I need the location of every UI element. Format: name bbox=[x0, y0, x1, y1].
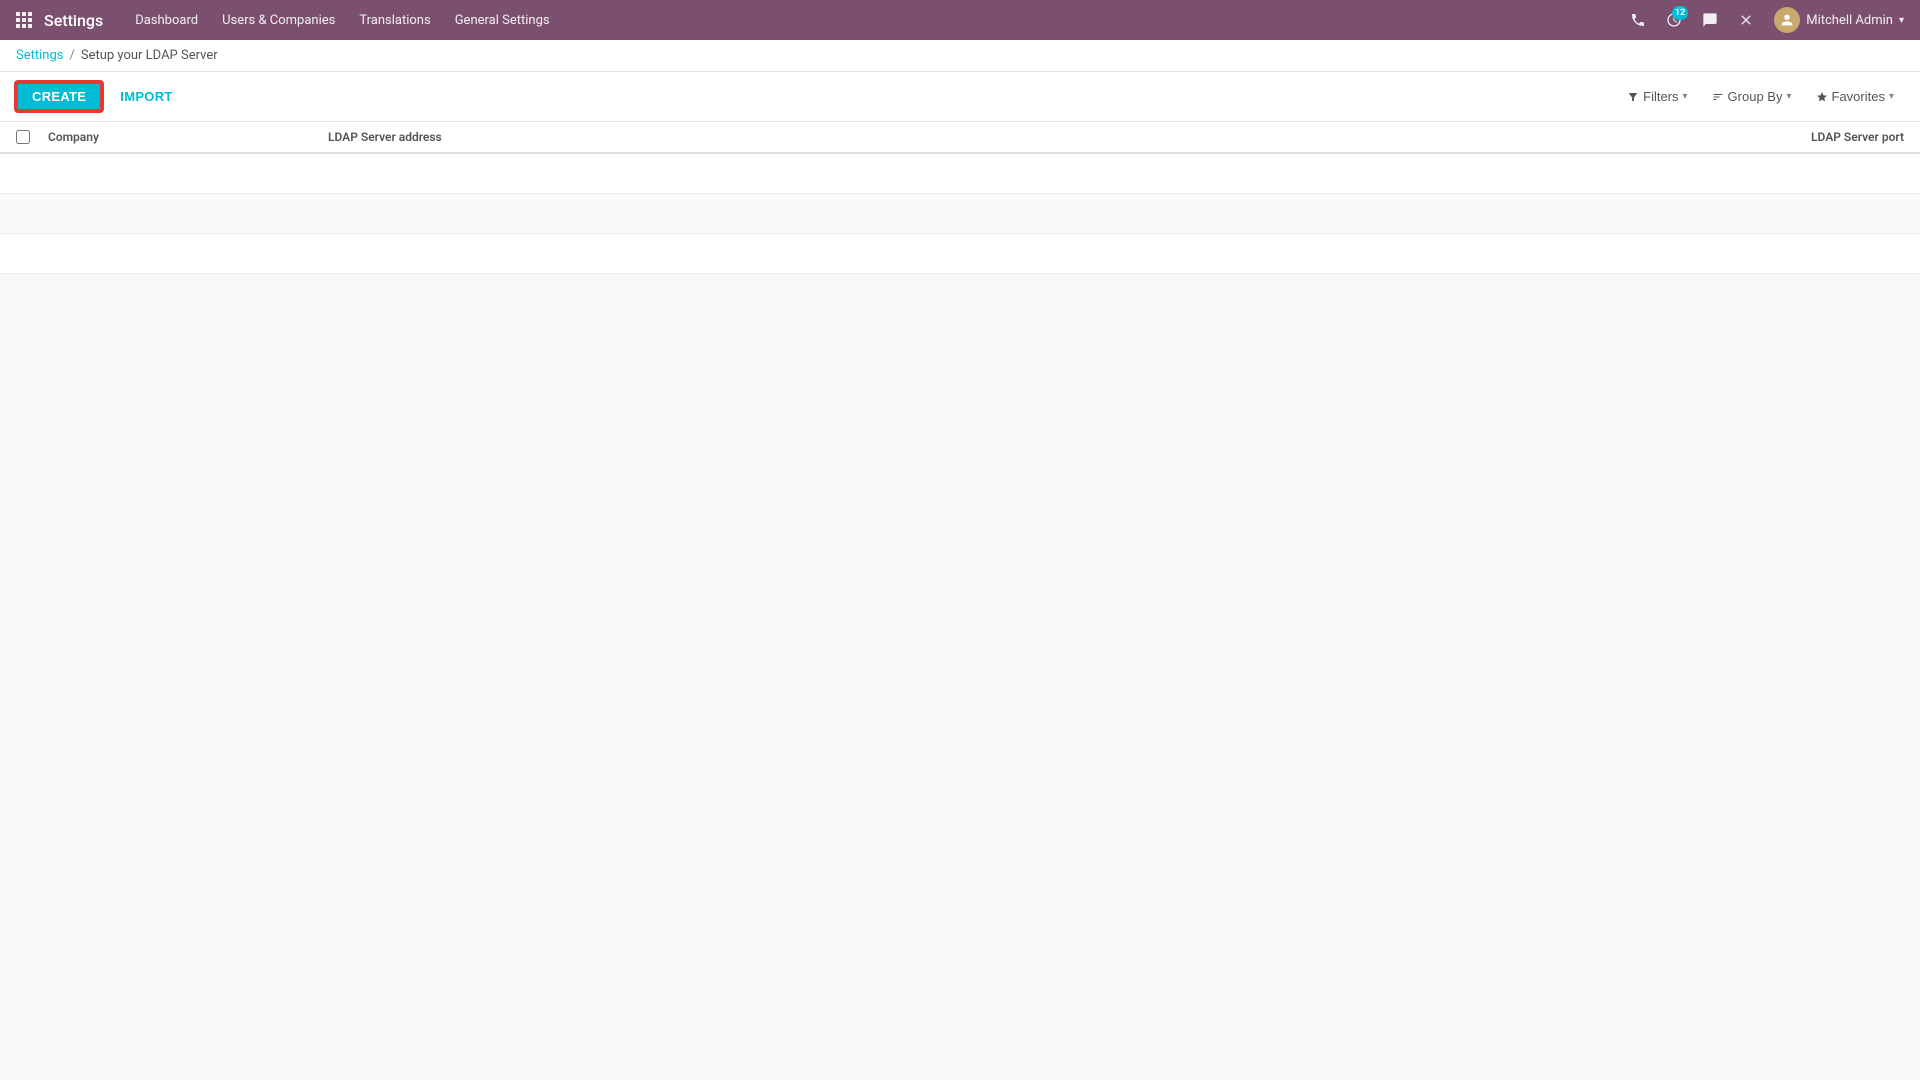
empty-row-3 bbox=[0, 234, 1920, 274]
breadcrumb: Settings / Setup your LDAP Server bbox=[0, 40, 1920, 72]
navbar-right-icons: 12 Mitchell Admin ▾ bbox=[1622, 0, 1912, 40]
close-icon-btn[interactable] bbox=[1730, 4, 1762, 36]
company-col-header: Company bbox=[48, 130, 328, 144]
filters-caret: ▾ bbox=[1683, 91, 1688, 102]
breadcrumb-current: Setup your LDAP Server bbox=[81, 48, 218, 63]
nav-dashboard[interactable]: Dashboard bbox=[123, 0, 210, 40]
table-area: Company LDAP Server address LDAP Server … bbox=[0, 122, 1920, 274]
favorites-button[interactable]: Favorites ▾ bbox=[1806, 85, 1905, 108]
avatar bbox=[1774, 7, 1800, 33]
empty-row-1 bbox=[0, 154, 1920, 194]
nav-general-settings[interactable]: General Settings bbox=[443, 0, 562, 40]
top-section: Settings / Setup your LDAP Server CREATE bbox=[0, 40, 1920, 122]
user-name: Mitchell Admin bbox=[1806, 13, 1893, 28]
filters-button[interactable]: Filters ▾ bbox=[1617, 85, 1697, 108]
group-by-button[interactable]: Group By ▾ bbox=[1702, 85, 1802, 108]
filter-buttons: Filters ▾ Group By ▾ Favorites ▾ bbox=[1617, 85, 1904, 108]
breadcrumb-separator: / bbox=[69, 48, 74, 63]
user-menu[interactable]: Mitchell Admin ▾ bbox=[1766, 0, 1912, 40]
select-all-col bbox=[16, 130, 48, 144]
create-button[interactable]: CREATE bbox=[16, 82, 102, 111]
phone-icon-btn[interactable] bbox=[1622, 4, 1654, 36]
favorites-label: Favorites bbox=[1832, 89, 1885, 104]
user-dropdown-icon: ▾ bbox=[1899, 15, 1904, 26]
navbar: Settings Dashboard Users & Companies Tra… bbox=[0, 0, 1920, 40]
empty-row-2 bbox=[0, 194, 1920, 234]
nav-translations[interactable]: Translations bbox=[347, 0, 442, 40]
clock-badge: 12 bbox=[1672, 6, 1688, 20]
group-by-caret: ▾ bbox=[1786, 91, 1791, 102]
ldap-port-col-header: LDAP Server port bbox=[1704, 130, 1904, 144]
chat-icon-btn[interactable] bbox=[1694, 4, 1726, 36]
select-all-checkbox[interactable] bbox=[16, 130, 30, 144]
import-button[interactable]: IMPORT bbox=[110, 84, 182, 109]
table-header: Company LDAP Server address LDAP Server … bbox=[0, 122, 1920, 154]
ldap-address-col-header: LDAP Server address bbox=[328, 130, 1704, 144]
apps-menu-icon[interactable] bbox=[8, 4, 40, 36]
nav-users-companies[interactable]: Users & Companies bbox=[210, 0, 347, 40]
nav-menu: Dashboard Users & Companies Translations… bbox=[123, 0, 1622, 40]
table-body bbox=[0, 154, 1920, 274]
app-title: Settings bbox=[44, 11, 103, 30]
group-by-label: Group By bbox=[1728, 89, 1783, 104]
favorites-caret: ▾ bbox=[1889, 91, 1894, 102]
breadcrumb-parent-link[interactable]: Settings bbox=[16, 48, 63, 63]
filters-label: Filters bbox=[1643, 89, 1678, 104]
controls-bar: CREATE IMPORT Filters ▾ Group By ▾ bbox=[0, 72, 1920, 122]
clock-icon-btn[interactable]: 12 bbox=[1658, 4, 1690, 36]
